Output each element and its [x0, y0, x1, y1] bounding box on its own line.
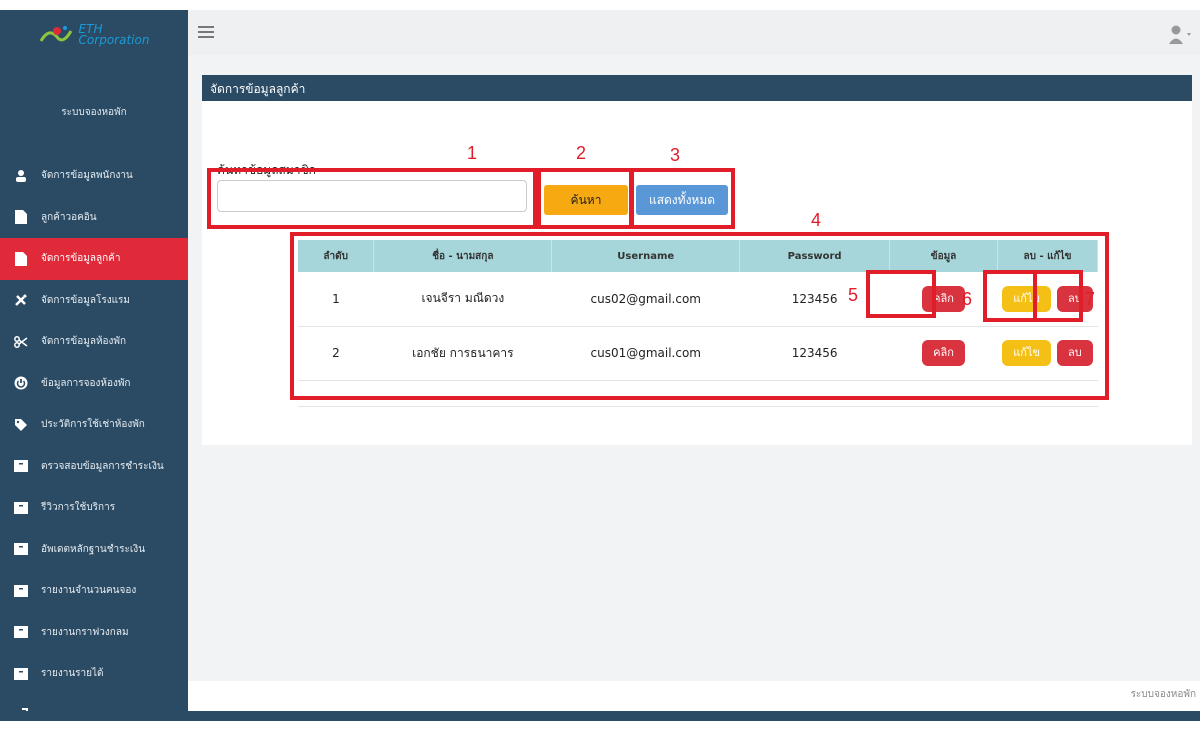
sidebar-item-update-payment-proof[interactable]: อัพเดตหลักฐานชำระเงิน: [0, 529, 188, 571]
sidebar-item-label: รายงานกราฟวงกลม: [41, 626, 129, 638]
sidebar-item-rental-history[interactable]: ประวัติการใช้เช่าห้องพัก: [0, 404, 188, 446]
file-icon: [14, 251, 28, 266]
annotation-number-3: 3: [670, 145, 681, 165]
panel-title: จัดการข้อมูลลูกค้า: [202, 75, 1192, 101]
sidebar-item-label: จัดการข้อมูลโรงแรม: [41, 294, 130, 306]
scissors-icon: [14, 335, 28, 349]
box-icon: [14, 625, 28, 639]
annotation-box-3: [630, 168, 735, 229]
sidebar: ETH Corporation ระบบจองหอพัก จัดการข้อมู…: [0, 10, 188, 723]
user-menu-icon[interactable]: [1168, 24, 1192, 44]
sidebar-item-label: รายงานรายได้: [41, 668, 104, 680]
sidebar-item-label: ประวัติการใช้เช่าห้องพัก: [41, 419, 145, 431]
power-icon: [14, 376, 28, 390]
annotation-box-7: [1033, 270, 1083, 322]
annotation-number-4: 4: [811, 210, 822, 230]
tag-icon: [14, 418, 28, 432]
brand-line-2: Corporation: [78, 33, 150, 47]
annotation-box-6: [983, 270, 1037, 322]
annotation-number-1: 1: [467, 143, 478, 163]
users-icon: [14, 169, 28, 183]
annotation-number-6: 6: [962, 289, 973, 309]
sidebar-item-label: ตรวจสอบข้อมูลการชำระเงิน: [41, 460, 164, 472]
sidebar-item-label: อัพเดตหลักฐานชำระเงิน: [41, 543, 146, 555]
annotation-box-1: [207, 168, 537, 229]
box-icon: [14, 667, 28, 681]
sidebar-item-label: จัดการข้อมูลห้องพัก: [41, 336, 127, 348]
box-icon: [14, 542, 28, 556]
logo[interactable]: ETH Corporation: [0, 10, 188, 60]
annotation-number-5: 5: [848, 285, 859, 305]
top-bar: [188, 10, 1200, 55]
box-icon: [14, 584, 28, 598]
sidebar-item-pie-chart-report[interactable]: รายงานกราฟวงกลม: [0, 612, 188, 654]
sidebar-item-label: รายงานจำนวนคนจอง: [41, 585, 137, 597]
sidebar-item-hotels[interactable]: จัดการข้อมูลโรงแรม: [0, 280, 188, 322]
hamburger-menu-icon[interactable]: [198, 26, 214, 39]
sidebar-item-label: ข้อมูลการจองห้องพัก: [41, 377, 131, 389]
sidebar-item-booking-count-report[interactable]: รายงานจำนวนคนจอง: [0, 570, 188, 612]
tools-icon: [14, 293, 28, 307]
system-subtitle: ระบบจองหอพัก: [61, 107, 127, 118]
bottom-strip: [0, 711, 1200, 721]
sidebar-item-label: รีวิวการใช้บริการ: [41, 502, 116, 514]
logo-icon: [39, 26, 72, 42]
sidebar-menu: จัดการข้อมูลพนักงาน ลูกค้าวอคอิน จัดการข…: [0, 155, 188, 731]
sidebar-item-bookings[interactable]: ข้อมูลการจองห้องพัก: [0, 363, 188, 405]
sidebar-item-customers[interactable]: จัดการข้อมูลลูกค้า: [0, 238, 188, 280]
sidebar-item-employees[interactable]: จัดการข้อมูลพนักงาน: [0, 155, 188, 197]
footer: ระบบจองหอพัก: [188, 681, 1200, 711]
annotation-box-2: [537, 168, 633, 229]
sidebar-item-payment-check[interactable]: ตรวจสอบข้อมูลการชำระเงิน: [0, 446, 188, 488]
annotation-number-2: 2: [576, 143, 587, 163]
annotation-number-7: 7: [1085, 289, 1096, 309]
sidebar-item-label: จัดการข้อมูลพนักงาน: [41, 170, 133, 182]
brand-text: ETH Corporation: [78, 23, 150, 47]
file-icon: [14, 210, 28, 225]
sidebar-item-rooms[interactable]: จัดการข้อมูลห้องพัก: [0, 321, 188, 363]
sidebar-item-income-report[interactable]: รายงานรายได้: [0, 653, 188, 695]
sidebar-item-reviews[interactable]: รีวิวการใช้บริการ: [0, 487, 188, 529]
sidebar-item-label: ลูกค้าวอคอิน: [41, 211, 97, 223]
annotation-box-5: [866, 270, 936, 318]
sidebar-item-walkin[interactable]: ลูกค้าวอคอิน: [0, 197, 188, 239]
box-icon: [14, 459, 28, 473]
box-icon: [14, 501, 28, 515]
sidebar-item-label: จัดการข้อมูลลูกค้า: [41, 253, 121, 265]
